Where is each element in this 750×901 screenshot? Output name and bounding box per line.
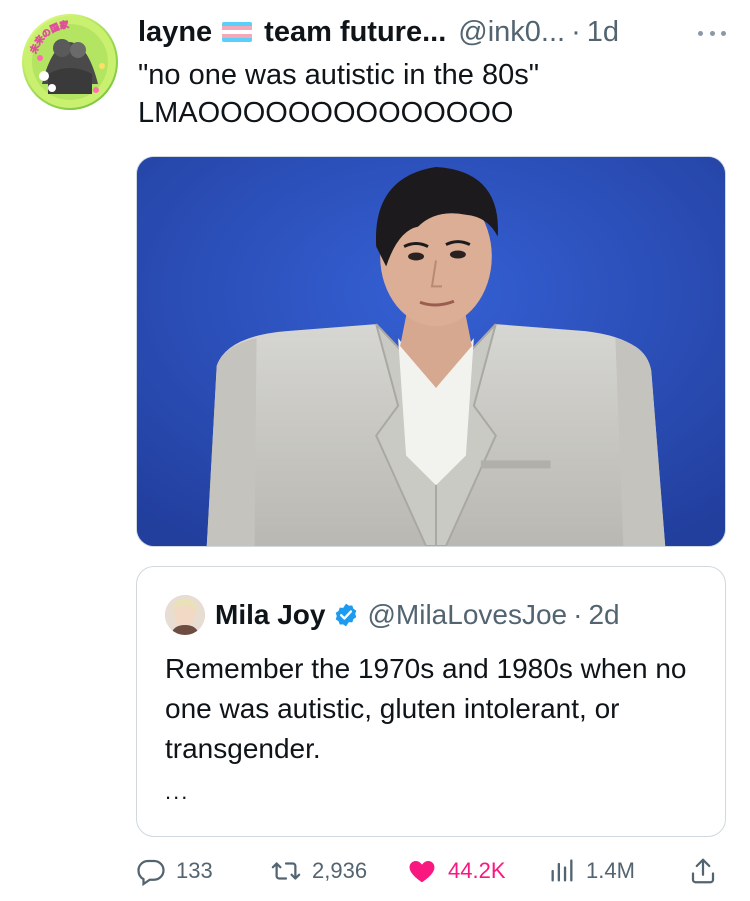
quoted-tweet-header: Mila Joy @MilaLovesJoe · 2d [165, 595, 620, 635]
speech-bubble-icon [136, 856, 166, 886]
tweet-card[interactable]: 未来の国家 layne team future... @ink0... · 1d… [0, 0, 750, 901]
quoted-author-name[interactable]: Mila Joy [215, 599, 325, 631]
more-dot [698, 30, 703, 36]
tweet-photo[interactable] [136, 156, 726, 547]
views-count: 1.4M [586, 858, 635, 883]
reply-count: 133 [176, 858, 213, 883]
author-display-name[interactable]: layne [138, 12, 212, 52]
reply-button[interactable]: 133 [136, 856, 213, 886]
header-separator: · [571, 16, 581, 48]
author-avatar[interactable]: 未来の国家 [22, 14, 118, 110]
tweet-text: "no one was autistic in the 80s" LMAOOOO… [138, 59, 540, 129]
share-upload-icon [688, 856, 718, 886]
like-button[interactable]: 44.2K [406, 856, 506, 886]
like-count: 44.2K [448, 858, 506, 883]
more-dot [709, 30, 715, 36]
retweet-count: 2,936 [312, 858, 368, 883]
views-button[interactable]: 1.4M [548, 856, 635, 886]
more-dots-icon[interactable] [692, 18, 732, 48]
share-button[interactable] [688, 856, 718, 886]
retweet-arrows-icon [270, 856, 302, 886]
quoted-tweet-more[interactable]: ... [165, 779, 189, 805]
quoted-tweet-text: Remember the 1970s and 1980s when no one… [165, 653, 687, 764]
retweet-button[interactable]: 2,936 [270, 856, 367, 886]
quoted-author-handle[interactable]: @MilaLovesJoe [367, 599, 567, 631]
quoted-header-separator: · [573, 599, 583, 630]
author-handle[interactable]: @ink0... [458, 12, 565, 52]
tweet-header: layne team future... @ink0... · 1d [138, 12, 660, 52]
transgender-flag-icon [222, 22, 253, 42]
quoted-author-avatar[interactable] [165, 595, 205, 635]
more-dot [721, 30, 726, 36]
verified-badge-icon [333, 602, 359, 628]
heart-icon [406, 856, 438, 886]
quoted-tweet-timestamp[interactable]: 2d [588, 599, 619, 631]
tweet-timestamp[interactable]: 1d [587, 12, 619, 52]
tweet-actions: 133 2,936 44.2K 1.4M [136, 852, 736, 892]
author-name-suffix[interactable]: team future... [264, 12, 446, 52]
quoted-tweet[interactable]: Mila Joy @MilaLovesJoe · 2d Remember the… [136, 566, 726, 837]
bar-chart-icon [548, 856, 576, 886]
